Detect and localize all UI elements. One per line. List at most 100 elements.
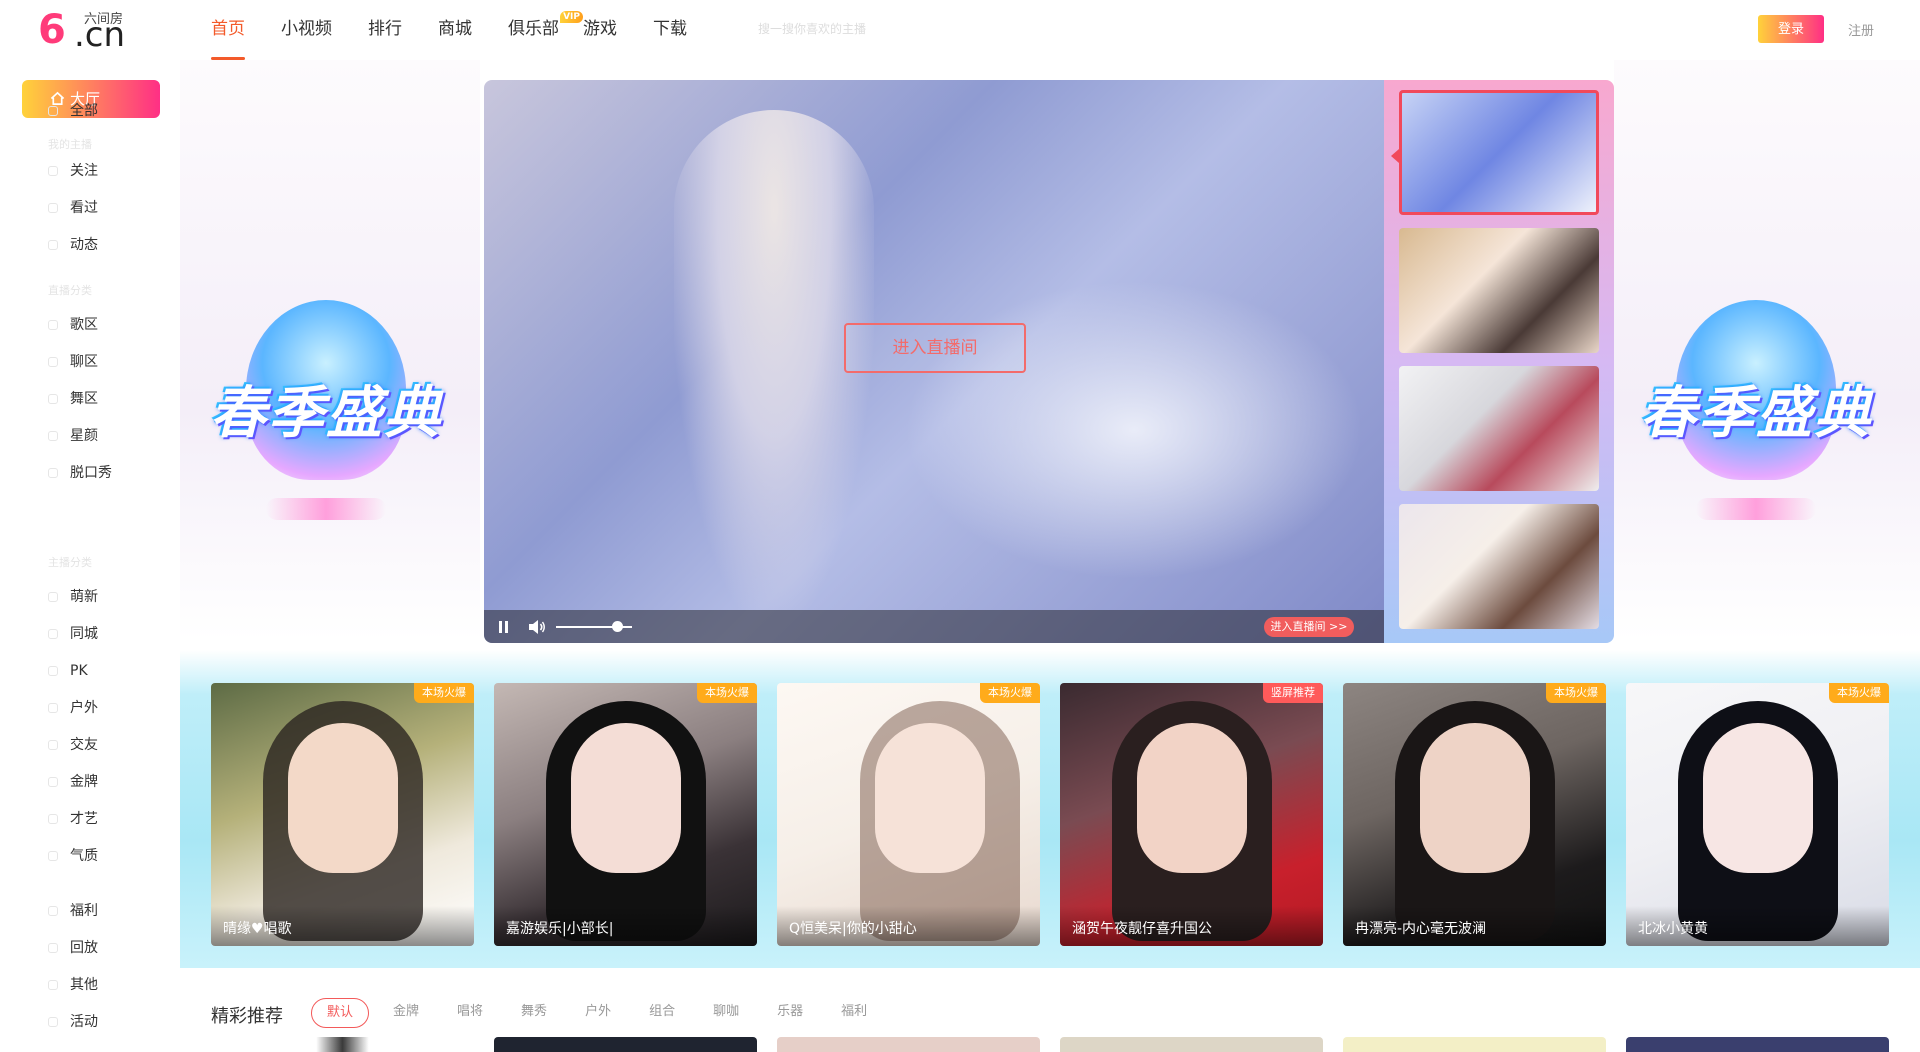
tab-instrument[interactable]: 乐器 [777,998,803,1028]
card-anchor-name: 冉漂亮-内心毫无波澜 [1343,906,1606,946]
sidebar-item-gold[interactable]: 金牌 [48,772,98,792]
sidebar-group-live: 直播分类 [48,284,92,297]
nav-games[interactable]: 游戏 [583,0,617,60]
live-card[interactable]: 本场火爆 Q恒美呆|你的小甜心 [777,683,1040,946]
recommend-card[interactable] [1626,1037,1889,1052]
recommend-card[interactable] [777,1037,1040,1052]
sidebar-item-label: 看过 [70,200,98,216]
tab-welfare[interactable]: 福利 [841,998,867,1028]
event-emblem-right[interactable]: 春季盛典 [1626,280,1886,540]
sidebar-item-elegant[interactable]: 气质 [48,846,98,866]
sidebar-item-talent[interactable]: 才艺 [48,809,98,829]
sidebar-item-label: 才艺 [70,811,98,827]
sidebar-item-events[interactable]: 活动 [48,1012,98,1032]
sidebar-item-replay[interactable]: 回放 [48,938,98,958]
sidebar-item-label: 歌区 [70,317,98,333]
nav-home-label: 首页 [211,19,245,39]
nav-download[interactable]: 下载 [653,0,687,60]
vip-badge: VIP [560,11,583,23]
logo-mark: 6 [38,7,66,53]
sidebar-item-label: 同城 [70,626,98,642]
login-button[interactable]: 登录 [1758,15,1824,43]
recommend-card[interactable] [1060,1037,1323,1052]
sidebar-item-all[interactable]: 全部 [48,101,98,121]
card-thumbnail-face [287,723,398,873]
recommend-card[interactable] [494,1037,757,1052]
logo-brand: 六间房 [84,12,124,27]
live-card[interactable]: 本场火爆 晴缘♥唱歌 [211,683,474,946]
tab-group[interactable]: 组合 [649,998,675,1028]
search-hint[interactable]: 搜一搜你喜欢的主播 [758,20,866,37]
live-card[interactable]: 本场火爆 北冰小黄黄 [1626,683,1889,946]
nav-games-label: 游戏 [583,19,617,39]
event-emblem-left[interactable]: 春季盛典 [196,280,456,540]
nav-club[interactable]: 俱乐部 VIP [508,0,583,60]
nav-download-label: 下载 [653,19,687,39]
sidebar-item-other[interactable]: 其他 [48,975,98,995]
sidebar-item-welfare[interactable]: 福利 [48,901,98,921]
nav-ranking-label: 排行 [368,19,402,39]
sidebar-item-talkshow[interactable]: 脱口秀 [48,463,112,483]
category-icon [48,240,58,250]
stream-thumbnail[interactable] [1399,90,1599,215]
register-link[interactable]: 注册 [1848,20,1874,39]
live-card[interactable]: 本场火爆 冉漂亮-内心毫无波澜 [1343,683,1606,946]
nav-home[interactable]: 首页 [211,0,245,60]
pause-icon[interactable] [498,620,510,634]
sidebar-item-song[interactable]: 歌区 [48,315,98,335]
sidebar-item-label: PK [70,663,88,679]
category-icon [48,980,58,990]
sidebar-item-pk[interactable]: PK [48,661,88,681]
sidebar-item-chat[interactable]: 聊区 [48,352,98,372]
card-anchor-name: Q恒美呆|你的小甜心 [777,906,1040,946]
stream-thumbnail[interactable] [1399,366,1599,491]
category-icon [48,906,58,916]
banner-bg-right: 春季盛典 [1614,60,1920,640]
card-thumbnail-face [570,723,681,873]
sidebar-item-outdoor[interactable]: 户外 [48,698,98,718]
stream-thumbnail[interactable] [1399,228,1599,353]
volume-icon[interactable] [528,619,546,635]
nav-short-video[interactable]: 小视频 [281,0,332,60]
tab-singer[interactable]: 唱将 [457,998,483,1028]
hot-badge: 本场火爆 [414,683,474,703]
event-title: 春季盛典 [210,381,442,446]
site-logo[interactable]: 6 .cn 六间房 [38,8,138,52]
sidebar-item-dance[interactable]: 舞区 [48,389,98,409]
live-player[interactable]: 进入直播间 进入直播间 >> [484,80,1384,643]
card-anchor-name: 晴缘♥唱歌 [211,906,474,946]
sidebar-item-newbie[interactable]: 萌新 [48,587,98,607]
nav-ranking[interactable]: 排行 [368,0,402,60]
sidebar-item-label: 脱口秀 [70,465,112,481]
nav-mall[interactable]: 商城 [438,0,472,60]
recommend-card[interactable] [1343,1037,1606,1052]
sidebar-item-local[interactable]: 同城 [48,624,98,644]
live-card[interactable]: 竖屏推荐 涵贺午夜靓仔喜升国公 [1060,683,1323,946]
live-card[interactable]: 本场火爆 嘉游娱乐|小部长| [494,683,757,946]
stream-thumbnail[interactable] [1399,504,1599,629]
card-thumbnail-face [1419,723,1530,873]
sidebar: 大厅 全部 我的主播 关注 看过 动态 直播分类 歌区 聊区 舞区 星颜 脱口秀… [0,60,180,1052]
category-icon [48,166,58,176]
sidebar-item-label: 聊区 [70,354,98,370]
card-thumbnail-face [874,723,985,873]
tab-chat[interactable]: 聊咖 [713,998,739,1028]
tab-dance[interactable]: 舞秀 [521,998,547,1028]
sidebar-item-label: 星颜 [70,428,98,444]
tab-default[interactable]: 默认 [311,998,370,1028]
sidebar-item-star[interactable]: 星颜 [48,426,98,446]
tab-gold[interactable]: 金牌 [393,998,419,1028]
tab-outdoor[interactable]: 户外 [585,998,611,1028]
sidebar-item-social[interactable]: 交友 [48,735,98,755]
recommend-title: 精彩推荐 [211,1006,283,1027]
event-title: 春季盛典 [1640,381,1872,446]
enter-live-room-small-button[interactable]: 进入直播间 >> [1264,617,1354,637]
sidebar-item-follow[interactable]: 关注 [48,161,98,181]
sidebar-group-anchor: 主播分类 [48,556,92,569]
sidebar-item-feed[interactable]: 动态 [48,235,98,255]
recommend-card[interactable] [211,1037,474,1052]
enter-live-room-button[interactable]: 进入直播间 [844,323,1026,373]
sidebar-item-history[interactable]: 看过 [48,198,98,218]
sidebar-item-label: 回放 [70,940,98,956]
volume-slider-handle[interactable] [611,621,623,632]
